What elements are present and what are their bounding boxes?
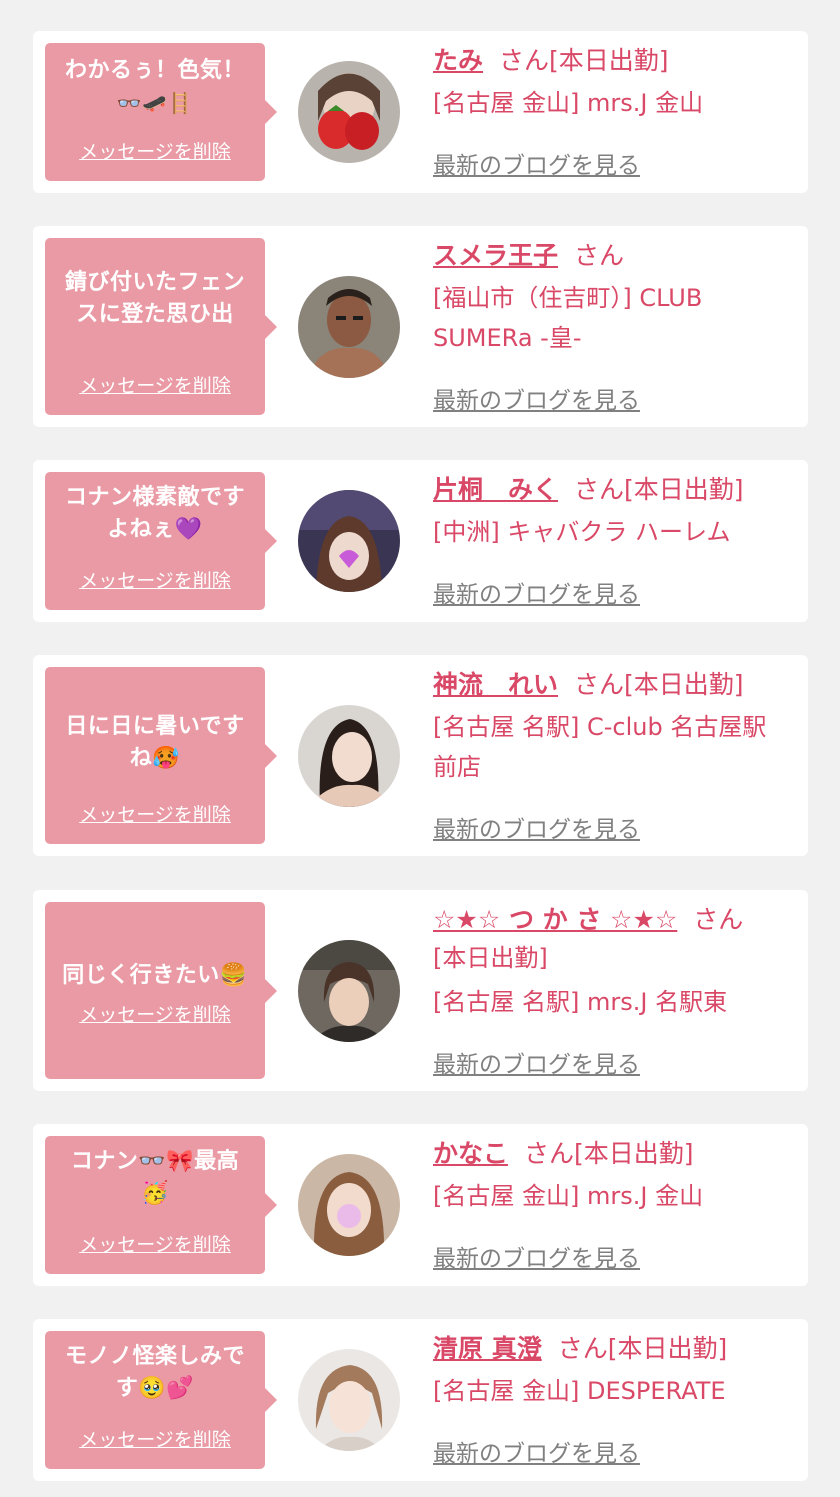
delete-message-link[interactable]: メッセージを削除: [45, 137, 265, 164]
girl-name-link[interactable]: ☆★☆ つ か さ ☆★☆: [433, 905, 677, 934]
girl-name-line: たみ さん[本日出勤]: [433, 43, 796, 79]
message-bubble: コナン👓🎀最高 🥳 メッセージを削除: [45, 1136, 277, 1274]
message-text: わかるぅ！色気！ 👓🛹🪜: [51, 55, 259, 119]
delete-message-link[interactable]: メッセージを削除: [45, 1000, 265, 1027]
shop-name: [名古屋 金山] mrs.J 金山: [433, 89, 704, 117]
latest-blog-link[interactable]: 最新のブログを見る: [433, 1239, 640, 1273]
message-line: モノノ怪楽しみで: [64, 1344, 245, 1369]
shop-name: [名古屋 名駅] C-club 名古屋駅 前店: [433, 707, 796, 787]
message-text: コナン様素敵です よねぇ💜: [51, 482, 259, 546]
latest-blog-link[interactable]: 最新のブログを見る: [433, 575, 640, 609]
delete-message-link[interactable]: メッセージを削除: [45, 566, 265, 593]
girl-name-line: スメラ王子 さん: [433, 238, 796, 274]
attendance-status: [本日出勤]: [433, 944, 548, 972]
honorific-status: さん[本日出勤]: [557, 1334, 728, 1363]
girl-name-link[interactable]: たみ: [433, 46, 483, 75]
message-line: よねぇ💜: [107, 517, 203, 542]
shop-name: [名古屋 名駅] mrs.J 名駅東: [433, 988, 728, 1016]
message-line: 👓🛹🪜: [116, 91, 194, 115]
shop-name-line: 前店: [433, 753, 481, 781]
message-text: コナン👓🎀最高 🥳: [51, 1146, 259, 1210]
message-card: コナン👓🎀最高 🥳 メッセージを削除 かなこ さん[本日出勤] [名古屋 金山] …: [33, 1124, 808, 1286]
message-text: 同じく行きたい🍔: [51, 960, 259, 992]
message-text: モノノ怪楽しみで す🥹💕: [51, 1341, 259, 1405]
honorific-status: さん[本日出勤]: [499, 46, 669, 75]
avatar[interactable]: [298, 1154, 400, 1256]
latest-blog-link[interactable]: 最新のブログを見る: [433, 381, 640, 415]
message-card: 日に日に暑いです ね🥵 メッセージを削除 神流 れい さん[本日出勤] [名古屋 …: [33, 655, 808, 856]
latest-blog-link[interactable]: 最新のブログを見る: [433, 146, 640, 180]
girl-name-line: 片桐 みく さん[本日出勤]: [433, 472, 796, 508]
delete-message-link[interactable]: メッセージを削除: [45, 1425, 265, 1452]
message-line: わかるぅ！色気！: [64, 58, 245, 83]
message-line: スに登た思ひ出: [76, 302, 234, 327]
shop-name: [福山市（住吉町）] CLUB SUMERa -皇-: [433, 278, 796, 358]
shop-name: [名古屋 金山] mrs.J 金山: [433, 1182, 704, 1210]
message-line: す🥹💕: [115, 1376, 195, 1401]
avatar[interactable]: [298, 705, 400, 807]
latest-blog-link[interactable]: 最新のブログを見る: [433, 1434, 640, 1468]
message-bubble: コナン様素敵です よねぇ💜 メッセージを削除: [45, 472, 277, 610]
honorific-status: さん[本日出勤]: [574, 475, 744, 504]
avatar[interactable]: [298, 61, 400, 163]
message-line: 🥳: [141, 1181, 169, 1206]
shop-name: [名古屋 金山] DESPERATE: [433, 1377, 726, 1405]
latest-blog-link[interactable]: 最新のブログを見る: [433, 1045, 640, 1079]
message-bubble: わかるぅ！色気！ 👓🛹🪜 メッセージを削除: [45, 43, 277, 181]
message-card: 錆び付いたフェン スに登た思ひ出 メッセージを削除 スメラ王子 さん [福山市（住…: [33, 226, 808, 427]
message-card: わかるぅ！色気！ 👓🛹🪜 メッセージを削除 たみ さん[本日出勤] [名古屋 金山…: [33, 31, 808, 193]
shop-name-line: SUMERa -皇-: [433, 324, 582, 352]
girl-name-line: 清原 真澄 さん[本日出勤]: [433, 1331, 796, 1367]
avatar[interactable]: [298, 490, 400, 592]
shop-name: [中洲] キャバクラ ハーレム: [433, 518, 731, 546]
message-bubble: 同じく行きたい🍔 メッセージを削除: [45, 902, 277, 1079]
message-line: 同じく行きたい🍔: [62, 963, 248, 988]
girl-name-link[interactable]: かなこ: [433, 1139, 508, 1168]
message-text: 日に日に暑いです ね🥵: [51, 711, 259, 775]
honorific-status: さん[本日出勤]: [574, 670, 744, 699]
avatar[interactable]: [298, 1349, 400, 1451]
girl-name-line: 神流 れい さん[本日出勤]: [433, 667, 796, 703]
delete-message-link[interactable]: メッセージを削除: [45, 1230, 265, 1257]
delete-message-link[interactable]: メッセージを削除: [45, 800, 265, 827]
girl-name-line: ☆★☆ つ か さ ☆★☆ さん: [433, 902, 796, 938]
message-card: コナン様素敵です よねぇ💜 メッセージを削除 片桐 みく さん[本日出勤] [中洲…: [33, 460, 808, 622]
honorific-status: さん: [693, 905, 744, 934]
girl-name-link[interactable]: 清原 真澄: [433, 1334, 542, 1363]
message-card: モノノ怪楽しみで す🥹💕 メッセージを削除 清原 真澄 さん[本日出勤] [名古屋…: [33, 1319, 808, 1481]
latest-blog-link[interactable]: 最新のブログを見る: [433, 810, 640, 844]
message-text: 錆び付いたフェン スに登た思ひ出: [51, 267, 259, 331]
avatar[interactable]: [298, 276, 400, 378]
girl-name-link[interactable]: スメラ王子: [433, 241, 558, 270]
message-bubble: モノノ怪楽しみで す🥹💕 メッセージを削除: [45, 1331, 277, 1469]
message-bubble: 錆び付いたフェン スに登た思ひ出 メッセージを削除: [45, 238, 277, 415]
girl-name-line: かなこ さん[本日出勤]: [433, 1136, 796, 1172]
message-line: コナン👓🎀最高: [70, 1149, 240, 1174]
girl-name-link[interactable]: 片桐 みく: [433, 475, 558, 504]
delete-message-link[interactable]: メッセージを削除: [45, 371, 265, 398]
avatar[interactable]: [298, 940, 400, 1042]
shop-name-line: [福山市（住吉町）] CLUB: [433, 284, 703, 312]
message-bubble: 日に日に暑いです ね🥵 メッセージを削除: [45, 667, 277, 844]
shop-name-line: [名古屋 名駅] C-club 名古屋駅: [433, 713, 767, 741]
girl-name-link[interactable]: 神流 れい: [433, 670, 558, 699]
honorific-status: さん: [574, 241, 625, 270]
message-line: 日に日に暑いです: [65, 714, 245, 739]
message-card: 同じく行きたい🍔 メッセージを削除 ☆★☆ つ か さ ☆★☆ さん [本日出勤]…: [33, 890, 808, 1091]
message-line: ね🥵: [129, 746, 181, 771]
honorific-status: さん[本日出勤]: [524, 1139, 694, 1168]
message-line: コナン様素敵です: [64, 485, 245, 510]
message-line: 錆び付いたフェン: [64, 270, 245, 295]
